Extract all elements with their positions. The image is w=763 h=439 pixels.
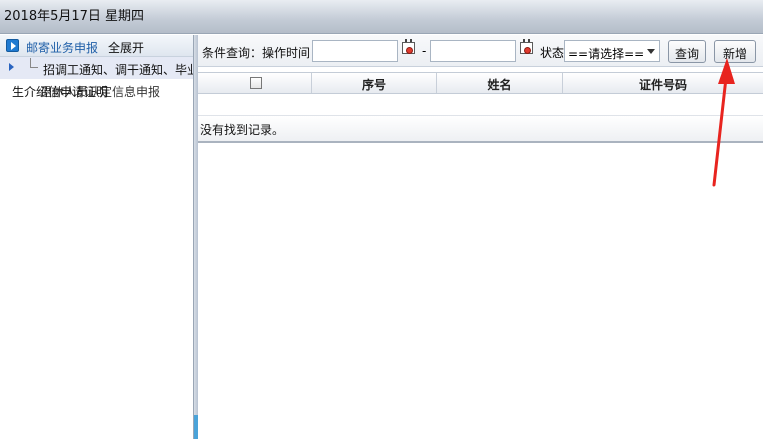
calendar-icon[interactable] [520, 39, 534, 55]
empty-message-row: 没有找到记录。 [198, 116, 763, 143]
date-to-input[interactable] [430, 40, 516, 62]
status-selected-value: ==请选择== [568, 47, 645, 61]
tree-item-recruit-notice[interactable]: 招调工通知、调干通知、毕业 [0, 57, 193, 79]
main-panel: 条件查询：操作时间 - 状态 ==请选择== 查询 新增 序号 姓名 证件号码 … [198, 35, 763, 439]
chevron-down-icon[interactable] [647, 49, 655, 54]
date-from-input[interactable] [312, 40, 398, 62]
play-icon[interactable] [6, 39, 19, 52]
tree-item-label[interactable]: 招调工通知、调干通知、毕业 [43, 61, 193, 78]
add-button[interactable]: 新增 [714, 40, 756, 63]
sidebar-item-retiree-info[interactable]: 退休人员认定信息申报 [40, 83, 160, 100]
header-date: 2018年5月17日 星期四 [4, 9, 145, 24]
tree-connector [30, 58, 38, 68]
status-select[interactable]: ==请选择== [564, 40, 660, 62]
query-toolbar: 条件查询：操作时间 - 状态 ==请选择== 查询 新增 [198, 35, 763, 67]
status-label: 状态 [540, 46, 565, 60]
grid-header: 序号 姓名 证件号码 [198, 72, 763, 94]
column-header-index[interactable]: 序号 [312, 73, 437, 93]
top-header: 2018年5月17日 星期四 [0, 0, 763, 34]
sidebar-title[interactable]: 邮寄业务申报 [26, 39, 98, 56]
checkbox-icon[interactable] [250, 77, 262, 89]
sidebar-header: 邮寄业务申报 全展开 [0, 35, 193, 57]
column-header-id-number[interactable]: 证件号码 [563, 73, 763, 93]
expand-all-link[interactable]: 全展开 [108, 39, 144, 56]
left-panel: 邮寄业务申报 全展开 招调工通知、调干通知、毕业 生介绍信申请证明 退休人员认定… [0, 35, 193, 439]
tree-arrow-icon[interactable] [9, 63, 14, 71]
page: 2018年5月17日 星期四 邮寄业务申报 全展开 招调工通知、调干通知、毕业 … [0, 0, 763, 439]
range-separator: - [422, 44, 427, 58]
empty-message: 没有找到记录。 [200, 123, 285, 137]
query-button[interactable]: 查询 [668, 40, 706, 63]
query-label: 条件查询：操作时间 [202, 46, 311, 60]
select-all-column [198, 73, 312, 93]
column-header-name[interactable]: 姓名 [437, 73, 563, 93]
calendar-icon[interactable] [402, 39, 416, 55]
grid-body [198, 94, 763, 116]
